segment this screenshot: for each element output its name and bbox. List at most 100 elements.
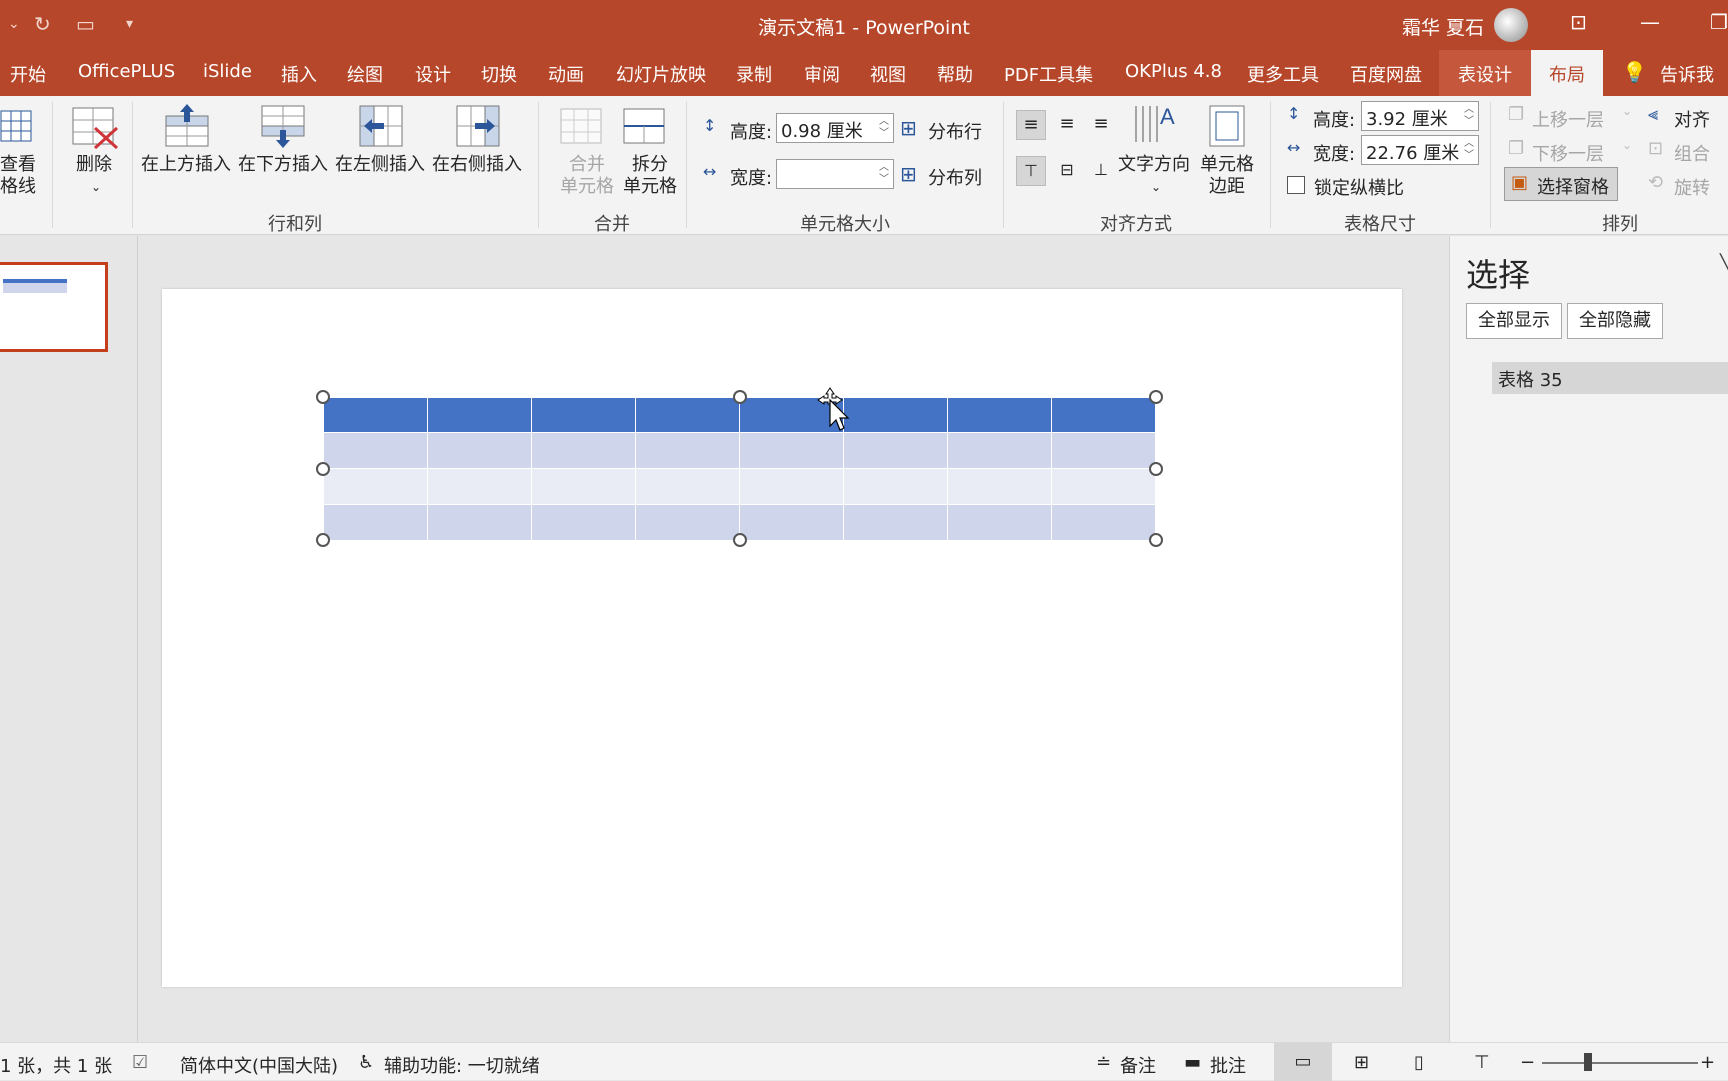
accessibility-icon: ♿ xyxy=(358,1052,375,1073)
user-name[interactable]: 霜华 夏石 xyxy=(1402,13,1484,40)
cell-height-input[interactable]: 0.98 厘米 ︿ ﹀ xyxy=(776,113,894,143)
rotate-button[interactable]: 旋转 xyxy=(1674,174,1710,200)
reading-view-icon[interactable]: ▯ xyxy=(1414,1052,1424,1073)
align-button[interactable]: 对齐 xyxy=(1674,106,1710,132)
lock-aspect-checkbox[interactable] xyxy=(1287,176,1305,194)
tab-pdf-tools[interactable]: PDF工具集 xyxy=(1004,61,1093,87)
tab-more-tools[interactable]: 更多工具 xyxy=(1247,61,1319,87)
group-button[interactable]: 组合 xyxy=(1674,140,1710,166)
table-height-input[interactable]: 3.92 厘米 ︿ ﹀ xyxy=(1361,101,1479,131)
restore-icon[interactable]: ❐ xyxy=(1710,10,1728,34)
spin-up-icon[interactable]: ︿ xyxy=(1464,104,1474,116)
zoom-slider-thumb[interactable] xyxy=(1584,1053,1592,1071)
distribute-columns-button[interactable]: 分布列 xyxy=(928,164,982,190)
view-gridlines-button[interactable]: 查看 格线 xyxy=(0,154,36,198)
align-center-icon[interactable]: ≡ xyxy=(1052,110,1082,140)
align-left-icon[interactable]: ≡ xyxy=(1016,110,1046,140)
resize-handle[interactable] xyxy=(1149,390,1163,404)
spin-up-icon[interactable]: ︿ xyxy=(879,162,889,174)
hide-all-button[interactable]: 全部隐藏 xyxy=(1567,303,1663,339)
align-middle-icon[interactable]: ⊟ xyxy=(1052,156,1082,186)
tab-design[interactable]: 设计 xyxy=(415,61,451,87)
merge-cells-icon xyxy=(560,108,602,144)
text-direction-button[interactable]: 文字方向 xyxy=(1118,154,1190,176)
spin-down-icon[interactable]: ﹀ xyxy=(879,174,889,186)
spell-check-icon[interactable]: ☑ xyxy=(132,1052,148,1073)
resize-handle[interactable] xyxy=(316,462,330,476)
distribute-rows-button[interactable]: 分布行 xyxy=(928,118,982,144)
selection-pane-button[interactable]: ▣ 选择窗格 xyxy=(1504,167,1618,201)
tab-transitions[interactable]: 切换 xyxy=(481,61,517,87)
accessibility-status[interactable]: 辅助功能: 一切就绪 xyxy=(384,1052,540,1078)
language-status[interactable]: 简体中文(中国大陆) xyxy=(180,1052,338,1078)
ribbon-tabs: 开始 OfficePLUS iSlide 插入 绘图 设计 切换 动画 幻灯片放… xyxy=(0,50,1728,96)
spin-up-icon[interactable]: ︿ xyxy=(1464,138,1474,150)
tell-me[interactable]: 告诉我 xyxy=(1660,61,1714,87)
resize-handle[interactable] xyxy=(316,533,330,547)
resize-handle[interactable] xyxy=(316,390,330,404)
tab-view[interactable]: 视图 xyxy=(870,61,906,87)
align-bottom-icon[interactable]: ⊥ xyxy=(1086,156,1116,186)
table-row[interactable] xyxy=(323,468,1156,505)
table-height-icon: ↕ xyxy=(1287,104,1301,123)
zoom-slider[interactable] xyxy=(1542,1062,1698,1064)
align-right-icon[interactable]: ≡ xyxy=(1086,110,1116,140)
spin-down-icon[interactable]: ﹀ xyxy=(879,128,889,140)
tab-baidu-netdisk[interactable]: 百度网盘 xyxy=(1350,61,1422,87)
tab-draw[interactable]: 绘图 xyxy=(347,61,383,87)
insert-right-button[interactable]: 在右侧插入 xyxy=(432,154,522,176)
resize-handle[interactable] xyxy=(1149,533,1163,547)
normal-view-icon[interactable]: ▭ xyxy=(1274,1043,1332,1081)
tab-animations[interactable]: 动画 xyxy=(548,61,584,87)
insert-left-button[interactable]: 在左侧插入 xyxy=(335,154,425,176)
bring-forward-button[interactable]: 上移一层 xyxy=(1532,106,1604,132)
tab-insert[interactable]: 插入 xyxy=(281,61,317,87)
tab-islide[interactable]: iSlide xyxy=(203,61,252,82)
close-pane-icon[interactable]: ╲ xyxy=(1720,254,1728,275)
cell-width-input[interactable]: ︿ ﹀ xyxy=(776,159,894,189)
delete-button[interactable]: 删除 xyxy=(76,154,112,176)
insert-right-icon xyxy=(456,105,500,147)
avatar[interactable] xyxy=(1494,8,1528,42)
slideshow-view-icon[interactable]: ⊤ xyxy=(1474,1052,1490,1073)
tab-layout[interactable]: 布局 xyxy=(1531,50,1603,96)
delete-dropdown-icon[interactable]: ⌄ xyxy=(91,176,101,198)
tab-officeplus[interactable]: OfficePLUS xyxy=(78,61,175,82)
table-width-input[interactable]: 22.76 厘米 ︿ ﹀ xyxy=(1361,135,1479,165)
show-all-button[interactable]: 全部显示 xyxy=(1466,303,1562,339)
tab-home[interactable]: 开始 xyxy=(10,61,46,87)
tab-review[interactable]: 审阅 xyxy=(804,61,840,87)
resize-handle[interactable] xyxy=(1149,462,1163,476)
spin-up-icon[interactable]: ︿ xyxy=(879,116,889,128)
resize-handle[interactable] xyxy=(733,533,747,547)
resize-handle[interactable] xyxy=(733,390,747,404)
insert-above-button[interactable]: 在上方插入 xyxy=(141,154,231,176)
merge-cells-button[interactable]: 合并 单元格 xyxy=(560,154,614,198)
tab-okplus[interactable]: OKPlus 4.8 xyxy=(1125,61,1222,82)
send-backward-button[interactable]: 下移一层 xyxy=(1532,140,1604,166)
zoom-out-icon[interactable]: − xyxy=(1520,1052,1535,1073)
slide-thumbnail[interactable] xyxy=(0,262,108,352)
text-direction-dropdown-icon[interactable]: ⌄ xyxy=(1151,176,1161,198)
spin-down-icon[interactable]: ﹀ xyxy=(1464,116,1474,128)
spin-down-icon[interactable]: ﹀ xyxy=(1464,150,1474,162)
ribbon-display-options-icon[interactable]: ⊡ xyxy=(1570,10,1587,34)
selection-list-item[interactable]: 表格 35 xyxy=(1492,362,1728,394)
minimize-icon[interactable]: — xyxy=(1640,10,1660,34)
notes-button[interactable]: 备注 xyxy=(1120,1052,1156,1078)
title-bar: ⌄ ↻ ▭ ▾ 演示文稿1 - PowerPoint 霜华 夏石 ⊡ — ❐ xyxy=(0,0,1728,50)
insert-below-button[interactable]: 在下方插入 xyxy=(238,154,328,176)
slide-canvas[interactable] xyxy=(162,289,1402,987)
slide-sorter-icon[interactable]: ⊞ xyxy=(1354,1052,1369,1073)
tab-record[interactable]: 录制 xyxy=(736,61,772,87)
tab-table-design[interactable]: 表设计 xyxy=(1439,50,1531,96)
comments-button[interactable]: 批注 xyxy=(1210,1052,1246,1078)
align-top-icon[interactable]: ⊤ xyxy=(1016,156,1046,186)
split-cells-button[interactable]: 拆分 单元格 xyxy=(623,154,677,198)
tab-slideshow[interactable]: 幻灯片放映 xyxy=(616,61,706,87)
table[interactable] xyxy=(323,397,1156,541)
table-row[interactable] xyxy=(323,432,1156,469)
tab-help[interactable]: 帮助 xyxy=(937,61,973,87)
cell-margins-button[interactable]: 单元格 边距 xyxy=(1200,154,1254,198)
zoom-in-icon[interactable]: + xyxy=(1700,1052,1715,1073)
